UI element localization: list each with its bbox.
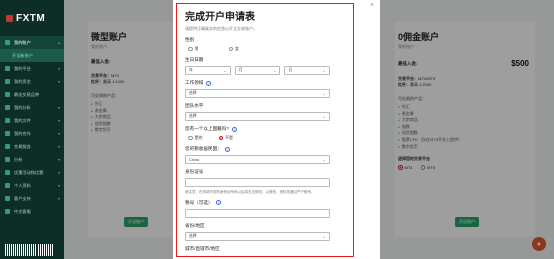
wallet-icon (5, 40, 10, 45)
sidebar-item-profile[interactable]: 个人资料 ▾ (0, 179, 64, 192)
birth-day-select[interactable]: 日 ⌄ (284, 66, 331, 75)
money-icon (5, 79, 10, 84)
sidebar: FXTM 我的账户 ▴ 开设新账户 我的平台 ▾ 我的资金 ▾ 最佳交易品种 我的分析… (0, 0, 64, 259)
gender-radio-female[interactable]: 女 (228, 46, 239, 52)
info-icon[interactable]: i (224, 146, 230, 152)
account-application-modal: × 完成开户申请表 请提供正确真实的信息以开立交易账户。 性别 男 女 生日日期… (173, 0, 380, 259)
birth-year-select[interactable]: 年 ⌄ (185, 66, 231, 75)
id-number-help: 请注意，在您填写您的身份证号码以后将无法修改，以便资，资料您通过严户账号。 (185, 190, 315, 194)
sidebar-item-analysis[interactable]: 我的分析 ▾ (0, 101, 64, 114)
close-icon[interactable]: × (370, 2, 374, 9)
sidebar-item-support[interactable]: 客户支持 ▾ (0, 192, 64, 205)
birth-month-select[interactable]: 月 ⌄ (234, 66, 281, 75)
tax-id-input[interactable] (185, 208, 330, 218)
tax-country-label: 您的税收居民国： (185, 146, 222, 151)
bar-chart-icon (5, 157, 10, 162)
chevron-down-icon: ▾ (57, 79, 60, 84)
education-select[interactable]: 选择 ⌄ (185, 112, 330, 121)
chevron-up-icon: ▴ (57, 40, 60, 45)
tax-country-select[interactable]: China ⌄ (185, 155, 330, 164)
chart-icon (5, 105, 10, 110)
radio-dot (188, 46, 193, 52)
info-icon[interactable]: i (231, 126, 237, 132)
chevron-down-icon: ⌄ (322, 91, 326, 96)
sidebar-item-my-account[interactable]: 我的账户 ▴ (0, 36, 64, 49)
brand-logo[interactable]: FXTM (0, 0, 64, 36)
sidebar-item-platforms[interactable]: 我的平台 ▾ (0, 62, 64, 75)
chevron-down-icon: ⌄ (322, 114, 326, 119)
sidebar-item-instruments[interactable]: 最佳交易品种 (0, 88, 64, 101)
tools-icon (5, 144, 10, 149)
employment-select[interactable]: 选择 ⌄ (185, 89, 330, 98)
sidebar-item-files[interactable]: 我的文件 ▾ (0, 114, 64, 127)
employment-label: 工作领域 (185, 80, 204, 85)
brand-badge-icon (6, 14, 13, 22)
sidebar-item-chinese-support[interactable]: 中文客服 (0, 205, 64, 218)
star-icon (5, 92, 10, 97)
nationality-question-label: 您有一个以上国籍吗? (185, 126, 229, 131)
gender-label: 性别 (185, 37, 195, 42)
sidebar-item-funds[interactable]: 我的资金 ▾ (0, 75, 64, 88)
tax-id-label: 税号（可选） (185, 199, 213, 205)
sidebar-item-trading-services[interactable]: 交易服务 ▾ (0, 140, 64, 153)
chevron-down-icon: ⌄ (322, 157, 326, 162)
modal-title: 完成开户申请表 (185, 12, 255, 23)
gift-icon (5, 170, 10, 175)
chevron-down-icon: ▾ (57, 157, 60, 162)
headset-icon (5, 196, 10, 201)
chevron-down-icon: ▾ (57, 66, 60, 71)
chevron-down-icon: ⌄ (223, 68, 227, 73)
brand-name: FXTM (16, 12, 46, 24)
id-number-label: 身份证号 (185, 169, 204, 174)
chevron-down-icon: ▾ (57, 131, 60, 136)
radio-dot (188, 135, 193, 141)
info-icon[interactable]: i (206, 80, 212, 86)
sidebar-item-research[interactable]: 分析 ▾ (0, 153, 64, 166)
gender-radio-male[interactable]: 男 (188, 46, 199, 52)
sidebar-item-partnership[interactable]: 我的合作 ▾ (0, 127, 64, 140)
sidebar-item-open-account[interactable]: 开设新账户 (0, 49, 64, 62)
qr-code-image (5, 244, 53, 256)
modal-subtitle: 请提供正确真实的信息以开立交易账户。 (185, 26, 257, 31)
chevron-down-icon: ▾ (57, 105, 60, 110)
chevron-down-icon: ▾ (57, 144, 60, 149)
monitor-icon (5, 66, 10, 71)
province-select[interactable]: 选择 ⌄ (185, 231, 330, 241)
file-icon (5, 118, 10, 123)
chevron-down-icon: ⌄ (322, 233, 326, 239)
user-icon (5, 183, 10, 188)
sidebar-item-promotions[interactable]: 优惠活动和比赛 ▾ (0, 166, 64, 179)
info-icon[interactable]: i (215, 200, 221, 206)
id-number-input[interactable] (185, 178, 330, 187)
chevron-down-icon: ▾ (57, 183, 60, 188)
radio-dot (218, 135, 223, 141)
education-label: 团队水平 (185, 103, 204, 108)
nationality-radio-yes[interactable]: 是的 (188, 135, 203, 141)
radio-dot (228, 46, 233, 52)
chevron-down-icon: ⌄ (272, 68, 277, 73)
handshake-icon (5, 131, 10, 136)
province-label: 省份/地区 (185, 222, 205, 228)
chevron-down-icon: ▾ (57, 170, 60, 175)
chevron-down-icon: ▾ (57, 196, 60, 201)
nationality-radio-no[interactable]: 不是 (218, 135, 233, 141)
chevron-down-icon: ⌄ (322, 68, 327, 73)
chevron-down-icon: ▾ (57, 118, 60, 123)
chat-icon (5, 209, 10, 214)
city-label: 城市/直辖市/地区 (185, 245, 220, 251)
